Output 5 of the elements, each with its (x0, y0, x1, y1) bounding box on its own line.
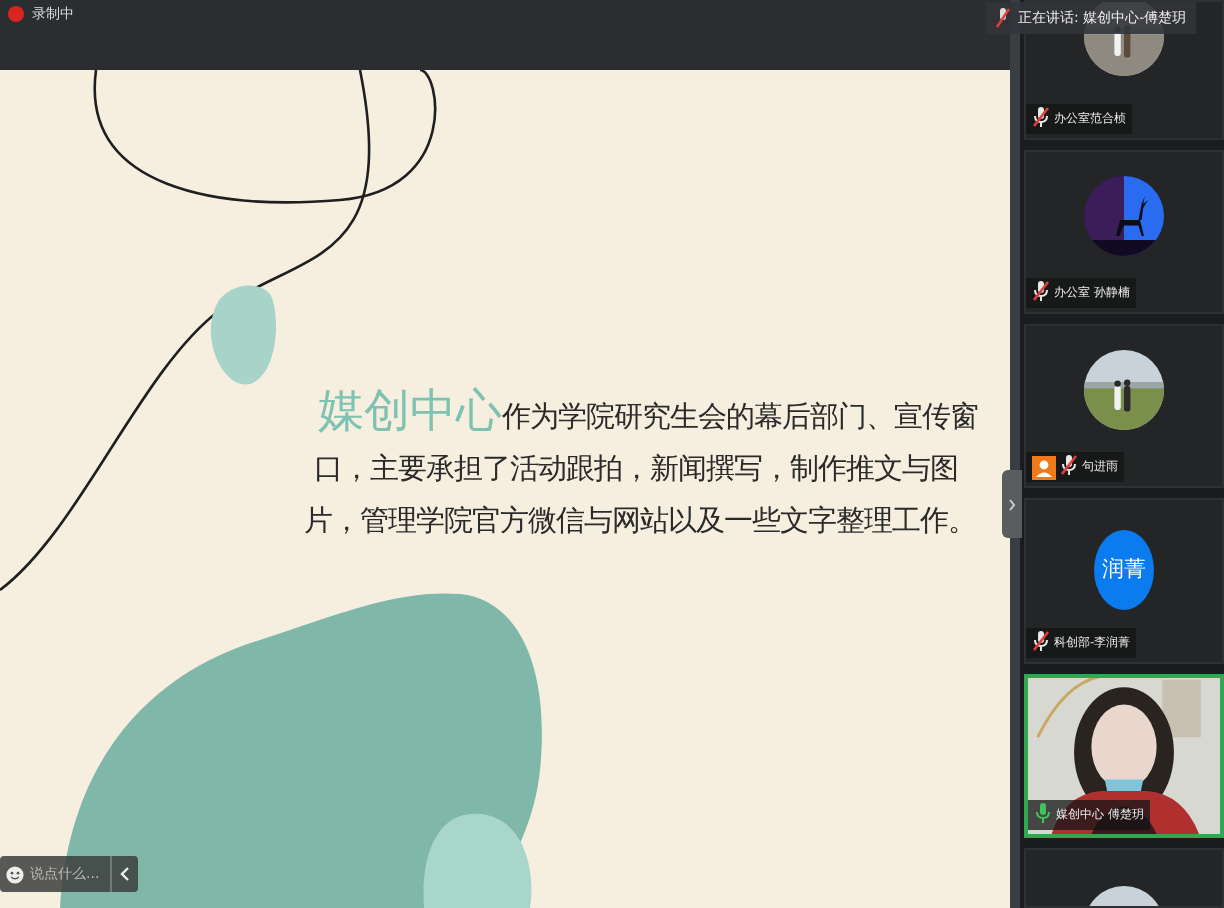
initials-avatar: 润菁 (1094, 529, 1154, 610)
slide-text: 片，管理学院官方微信与网站以及一些文字整理工作。 (304, 503, 978, 542)
slide-title: 媒创中心 (318, 386, 502, 438)
slide-text: 作为学院研究生会的幕后部门、宣传窗 (502, 402, 978, 434)
slide-text: 口，主要承担了活动跟拍，新闻撰写，制作推文与图 (312, 451, 960, 490)
